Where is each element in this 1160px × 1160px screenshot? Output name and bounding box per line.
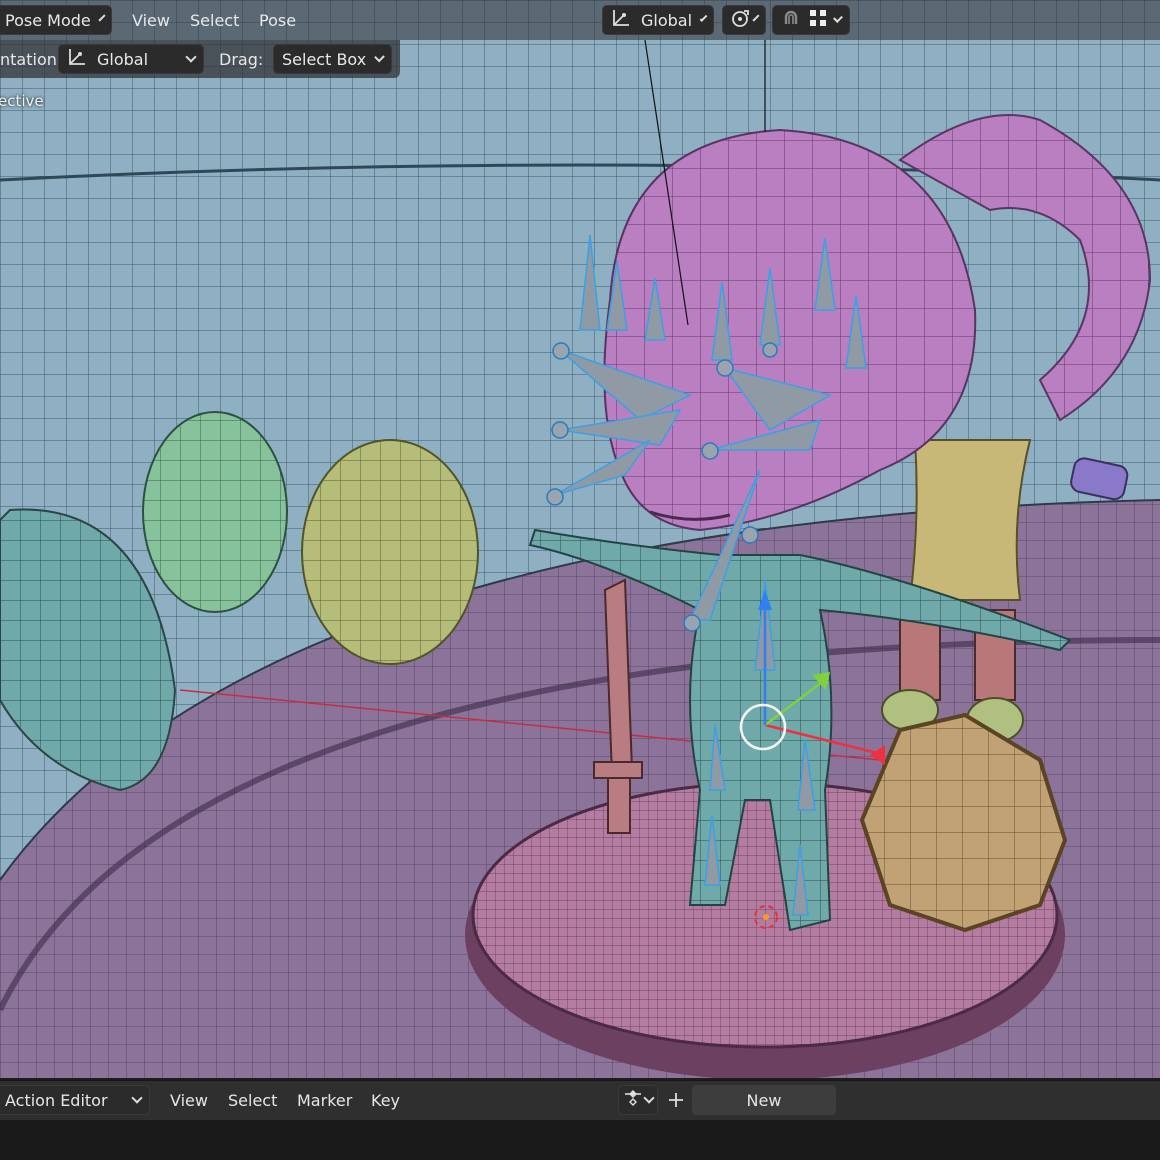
snap-controls[interactable] [772,5,850,35]
drag-field-label: Drag: [219,49,264,69]
chevron-down-icon [185,51,197,63]
drag-dropdown[interactable]: Select Box [273,44,392,74]
snap-increment-icon[interactable] [809,9,827,31]
interpolation-dropdown[interactable] [618,1085,658,1115]
editor-mode-dropdown[interactable]: Action Editor [0,1085,150,1115]
view-perspective-label: ective [0,92,44,110]
mode-label: Pose Mode [5,10,91,30]
bottom-menu-view[interactable]: View [166,1085,212,1115]
drag-value: Select Box [282,49,367,69]
pivot-icon [731,8,751,32]
chevron-down-icon [833,13,843,23]
tool-orientation-value: Global [97,49,149,69]
viewport-header [0,0,1160,40]
sphere-green [142,411,288,613]
menu-pose[interactable]: Pose [255,5,300,35]
plus-icon[interactable] [668,1085,690,1115]
menu-view[interactable]: View [128,5,174,35]
sphere-yellow [301,439,479,665]
3d-viewport[interactable] [0,0,1160,1078]
chevron-down-icon [752,14,760,22]
bottom-menu-marker[interactable]: Marker [293,1085,356,1115]
editor-mode-label: Action Editor [5,1090,108,1110]
action-editor-body[interactable] [0,1120,1160,1160]
transform-orientation-dropdown[interactable]: Global [602,5,714,35]
chevron-down-icon [699,14,708,22]
chevron-down-icon [98,14,106,22]
orientation-field-label: ntation: [0,49,63,69]
orientation-label: Global [641,10,693,30]
mode-dropdown[interactable]: Pose Mode [0,5,112,35]
menu-select[interactable]: Select [186,5,243,35]
bottom-menu-select[interactable]: Select [224,1085,281,1115]
orientation-axes-icon [67,47,87,71]
snap-icon[interactable] [781,8,801,32]
tool-orientation-dropdown[interactable]: Global [58,44,204,74]
chevron-down-icon [131,1092,143,1104]
armor-torso [908,439,1032,601]
orientation-axes-icon [611,8,631,32]
keyframe-interpolation-icon [623,1088,643,1112]
new-action-button[interactable]: New [692,1085,836,1115]
bottom-menu-key[interactable]: Key [367,1085,404,1115]
new-action-label: New [746,1090,782,1110]
pivot-point-dropdown[interactable] [722,5,766,35]
chevron-down-icon [643,1092,655,1104]
chevron-down-icon [374,51,385,63]
